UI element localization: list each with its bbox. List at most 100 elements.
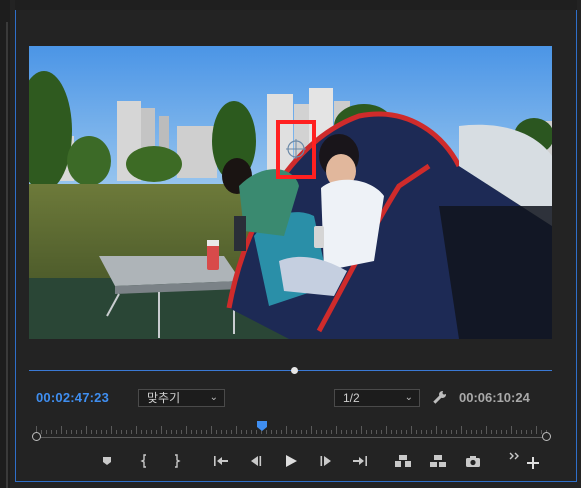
zoom-navigator-handle[interactable] [291, 367, 298, 374]
fit-dropdown[interactable]: 맞추기 ⌄ [138, 389, 225, 407]
ruler-tick [286, 426, 287, 434]
extract-icon[interactable] [429, 453, 447, 469]
ruler-tick [501, 430, 502, 434]
ruler-tick [466, 430, 467, 434]
scrollbar-right-handle[interactable] [542, 432, 551, 441]
ruler-tick [41, 430, 42, 434]
ruler-tick [121, 430, 122, 434]
ruler-tick [366, 430, 367, 434]
ruler-tick [471, 430, 472, 434]
ruler-tick [131, 430, 132, 434]
ruler-tick [111, 426, 112, 434]
ruler-tick [201, 430, 202, 434]
ruler-tick [521, 430, 522, 434]
marker-icon[interactable] [98, 453, 116, 469]
ruler-tick [331, 430, 332, 434]
ruler-tick [341, 430, 342, 434]
resolution-dropdown-value: 1/2 [343, 391, 360, 405]
ruler-tick [456, 430, 457, 434]
mark-in-icon[interactable] [136, 453, 154, 469]
ruler-tick [476, 430, 477, 434]
ruler-tick [221, 430, 222, 434]
ruler-tick [411, 426, 412, 434]
ruler-tick [216, 430, 217, 434]
ruler-tick [276, 430, 277, 434]
more-icon[interactable] [506, 448, 524, 464]
ruler-tick [146, 430, 147, 434]
ruler-tick [96, 430, 97, 434]
ruler-tick [206, 430, 207, 434]
ruler-tick [161, 426, 162, 434]
ruler-tick [311, 426, 312, 434]
panel-divider[interactable] [6, 22, 8, 488]
ruler-tick [141, 430, 142, 434]
ruler-tick [381, 430, 382, 434]
ruler-tick [91, 430, 92, 434]
chevron-down-icon: ⌄ [209, 392, 218, 403]
timeline-scrollbar[interactable] [36, 437, 546, 438]
ruler-tick [486, 426, 487, 434]
ruler-tick [401, 430, 402, 434]
ruler-tick [361, 426, 362, 434]
ruler-tick [66, 430, 67, 434]
ruler-tick [356, 430, 357, 434]
chevron-down-icon: ⌄ [404, 392, 413, 403]
ruler-tick [511, 426, 512, 434]
ruler-tick [126, 430, 127, 434]
ruler-tick [86, 426, 87, 434]
duration-timecode: 00:06:10:24 [459, 390, 530, 405]
ruler-tick [376, 430, 377, 434]
ruler-tick [291, 430, 292, 434]
panel-header [15, 0, 577, 10]
time-ruler[interactable] [36, 416, 547, 434]
ruler-tick [416, 430, 417, 434]
ruler-tick [441, 430, 442, 434]
ruler-tick [46, 430, 47, 434]
ruler-tick [516, 430, 517, 434]
ruler-tick [76, 430, 77, 434]
ruler-tick [51, 430, 52, 434]
ruler-tick [136, 426, 137, 434]
video-frame[interactable] [29, 46, 552, 339]
ruler-tick [281, 430, 282, 434]
export-frame-icon[interactable] [464, 453, 482, 469]
ruler-tick [81, 430, 82, 434]
ruler-tick [306, 430, 307, 434]
scrollbar-left-handle[interactable] [32, 432, 41, 441]
settings-wrench-icon[interactable] [432, 389, 448, 405]
ruler-tick [181, 430, 182, 434]
current-timecode[interactable]: 00:02:47:23 [36, 390, 109, 405]
ruler-tick [61, 426, 62, 434]
ruler-tick [436, 426, 437, 434]
ruler-tick [536, 426, 537, 434]
ruler-tick [371, 430, 372, 434]
ruler-tick [191, 430, 192, 434]
resolution-dropdown[interactable]: 1/2 ⌄ [334, 389, 420, 407]
add-button-icon[interactable] [524, 455, 542, 471]
ruler-tick [426, 430, 427, 434]
mark-out-icon[interactable] [167, 453, 185, 469]
ruler-tick [211, 426, 212, 434]
ruler-tick [491, 430, 492, 434]
lift-icon[interactable] [394, 453, 412, 469]
play-icon[interactable] [282, 453, 300, 469]
go-to-in-icon[interactable] [212, 453, 230, 469]
go-to-out-icon[interactable] [351, 453, 369, 469]
ruler-tick [166, 430, 167, 434]
ruler-tick [236, 426, 237, 434]
ruler-tick [71, 430, 72, 434]
playhead-icon[interactable] [257, 418, 267, 431]
step-back-icon[interactable] [247, 453, 265, 469]
ruler-tick [351, 430, 352, 434]
ruler-tick [346, 430, 347, 434]
step-forward-icon[interactable] [317, 453, 335, 469]
ruler-tick [226, 430, 227, 434]
ruler-tick [496, 430, 497, 434]
ruler-tick [396, 430, 397, 434]
ruler-tick [431, 430, 432, 434]
ruler-tick [106, 430, 107, 434]
ruler-tick [386, 426, 387, 434]
ruler-tick [531, 430, 532, 434]
ruler-tick [326, 430, 327, 434]
ruler-tick [271, 430, 272, 434]
